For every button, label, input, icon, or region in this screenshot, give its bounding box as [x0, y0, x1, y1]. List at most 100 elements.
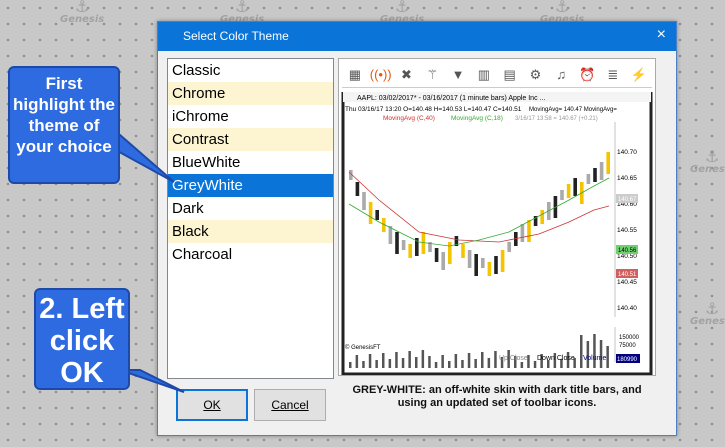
select-color-theme-dialog: Select Color Theme × Classic Chrome iChrom…: [157, 21, 677, 436]
candle: [566, 184, 571, 198]
volume-bar: [388, 359, 392, 368]
candle: [573, 178, 577, 196]
watermark: ⚓Genesis: [690, 147, 725, 176]
callout-click-ok: 2. Left click OK: [34, 288, 130, 390]
y-axis-label: 140.45: [617, 279, 637, 286]
candle: [362, 192, 366, 210]
theme-list[interactable]: Classic Chrome iChrome Contrast BlueWhite Gre…: [167, 58, 334, 379]
y-axis-label: 140.65: [617, 175, 637, 182]
preview-chart: AAPL: 03/02/2017* - 03/16/2017 (1 minute…: [341, 92, 653, 375]
theme-item-chrome[interactable]: Chrome: [168, 82, 333, 105]
candle: [593, 168, 597, 182]
theme-item-ichrome[interactable]: iChrome: [168, 105, 333, 128]
candle: [467, 250, 472, 268]
theme-item-contrast[interactable]: Contrast: [168, 128, 333, 151]
candle: [395, 232, 399, 254]
anchor-icon: ⚓: [554, 0, 570, 16]
preview-toolbar: ▦ ((•)) ✖ ⚚ ▼ ▥ ▤ ⚙ ♫ ⏰ ≣ ⚡: [342, 62, 652, 88]
filter-icon: ▼: [451, 67, 465, 82]
clock-icon: ⏰: [578, 67, 596, 82]
copyright: © GenesisFT: [345, 344, 381, 351]
gear-icon: ⚙: [529, 67, 542, 82]
cancel-button-label: Cancel: [271, 398, 309, 412]
volume-bar: [415, 357, 418, 368]
volume-bar: [382, 353, 385, 368]
cancel-button[interactable]: Cancel: [254, 389, 326, 421]
chart-header-values: Thu 03/16/17 13:20 O=140.48 H=140.53 L=1…: [345, 106, 522, 113]
candle: [606, 152, 610, 174]
list-icon: ≣: [607, 67, 619, 82]
theme-description: GREY-WHITE: an off-white skin with dark …: [352, 384, 642, 409]
anchor-icon: ⚓: [704, 299, 720, 318]
theme-item-greywhite[interactable]: GreyWhite: [168, 174, 333, 197]
candle: [368, 202, 373, 224]
callout-highlight-theme: First highlight the theme of your choice: [8, 66, 120, 184]
anchor-icon: ⚓: [704, 147, 720, 166]
close-icon[interactable]: ×: [657, 26, 666, 44]
vol-max-label: 180990: [617, 357, 638, 363]
wifi-icon: ((•)): [369, 67, 392, 82]
volume-bar: [421, 350, 425, 368]
ma-right-values: MovingAvg= 140.47 MovingAvg=: [529, 107, 617, 113]
theme-item-black[interactable]: Black: [168, 220, 333, 243]
dialog-title: Select Color Theme: [183, 29, 289, 43]
volume-bar: [481, 352, 484, 368]
wand-icon: ⚚: [426, 67, 439, 82]
ok-button[interactable]: OK: [176, 389, 248, 421]
candle: [560, 190, 564, 200]
theme-item-classic[interactable]: Classic: [168, 59, 333, 82]
volume-bar: [401, 358, 405, 368]
candle: [599, 162, 604, 180]
y-axis-label: 140.70: [617, 149, 637, 156]
candle: [441, 252, 445, 270]
volume-bar: [580, 335, 583, 368]
volume-bar: [533, 361, 537, 368]
vol-axis-label: 150000: [619, 335, 640, 341]
volume-bar: [593, 334, 596, 368]
anchor-icon: ⚓: [234, 0, 250, 16]
ok-button-label: OK: [203, 398, 221, 412]
volume-bar: [375, 360, 378, 368]
candle: [540, 210, 544, 224]
candle: [408, 244, 412, 258]
candle: [494, 256, 498, 274]
candle: [355, 182, 360, 196]
volume-bar: [355, 355, 359, 368]
volume-bar: [599, 340, 603, 368]
volume-bar: [487, 358, 491, 368]
candle: [461, 244, 465, 258]
theme-item-dark[interactable]: Dark: [168, 197, 333, 220]
candle: [520, 224, 525, 242]
y-axis-label: 140.55: [617, 227, 637, 234]
volume-bar: [349, 362, 352, 368]
price-badge-green: 140.56: [618, 248, 637, 254]
tools-icon: ✖: [401, 67, 412, 82]
volume-bar: [474, 359, 477, 368]
volume-bar: [441, 355, 444, 368]
anchor-icon: ⚓: [394, 0, 410, 16]
candle: [507, 242, 511, 252]
notebook-icon: ▥: [477, 67, 491, 82]
legend-up-close: Up Close: [499, 355, 528, 362]
watermark: ⚓Genesis: [690, 299, 725, 328]
volume-bar: [494, 351, 497, 368]
legend-volume: Volume: [583, 355, 606, 362]
legend-down-close: Down Close: [537, 355, 575, 362]
candle: [487, 262, 492, 276]
chart-header: AAPL: 03/02/2017* - 03/16/2017 (1 minute…: [357, 95, 545, 102]
bolt-icon: ⚡: [630, 67, 647, 82]
theme-item-bluewhite[interactable]: BlueWhite: [168, 151, 333, 174]
candle: [527, 220, 531, 242]
volume-bar: [461, 360, 464, 368]
candle: [586, 174, 591, 184]
chart-icon: ▦: [348, 67, 362, 82]
candle: [401, 240, 406, 250]
theme-item-charcoal[interactable]: Charcoal: [168, 243, 333, 266]
volume-bar: [434, 362, 438, 368]
news-icon: ▤: [503, 67, 516, 82]
volume-bar: [520, 362, 524, 368]
ma-values: 3/16/17 13:58 = 140.67 (+0.21): [515, 116, 598, 122]
volume-bar: [428, 356, 431, 368]
candle: [474, 254, 478, 276]
ma1-label: MovingAvg (C,40): [383, 115, 435, 122]
